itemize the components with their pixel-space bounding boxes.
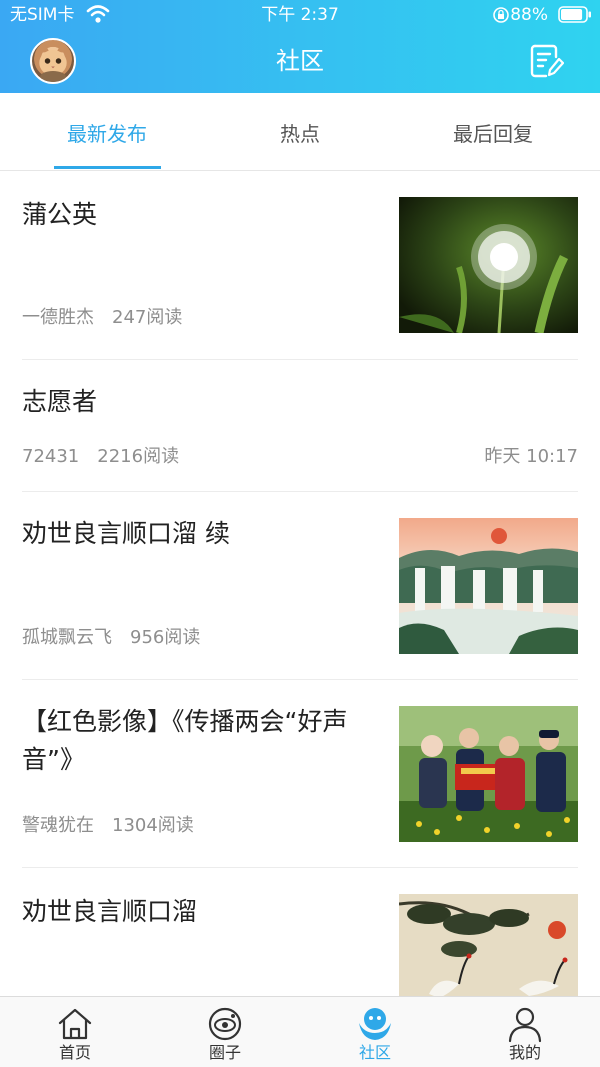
- active-tab-indicator: [54, 166, 161, 169]
- circle-icon: [208, 1007, 242, 1041]
- battery-icon: [558, 6, 591, 23]
- post-read-count: 1304阅读: [112, 815, 194, 836]
- post-author: 72431: [22, 446, 80, 467]
- post-read-count: 956阅读: [130, 627, 201, 648]
- battery-percentage: 88%: [510, 5, 548, 25]
- tabbar-item-home[interactable]: 首页: [0, 997, 150, 1067]
- post-item[interactable]: 志愿者 72431 2216阅读 昨天 10:17: [22, 359, 578, 492]
- post-title: 【红色影像】《传播两会“好声音”》: [22, 707, 348, 774]
- tab-latest[interactable]: 最新发布: [7, 93, 207, 170]
- bottom-tab-bar: 首页 圈子 社区 我的: [0, 996, 600, 1067]
- page-title: 社区: [276, 47, 324, 75]
- post-read-count: 247阅读: [112, 307, 183, 328]
- waterfall-painting-image: [399, 518, 578, 654]
- post-author: 一德胜杰: [22, 307, 94, 328]
- post-meta: 一德胜杰 247阅读: [22, 306, 182, 330]
- home-icon: [58, 1008, 92, 1040]
- post-title: 蒲公英: [22, 200, 98, 229]
- post-author: 孤城飘云飞: [22, 627, 112, 648]
- tabbar-label: 社区: [358, 1043, 391, 1062]
- orientation-lock-icon: [493, 7, 509, 23]
- tabbar-label: 圈子: [208, 1043, 241, 1062]
- feed-tabs: 最新发布 热点 最后回复: [0, 93, 600, 171]
- police-volunteers-image: [399, 706, 578, 842]
- post-timestamp: 昨天 10:17: [484, 446, 578, 467]
- tabbar-label: 我的: [508, 1043, 541, 1062]
- tabbar-item-profile[interactable]: 我的: [450, 997, 600, 1067]
- post-thumbnail-volunteers[interactable]: [399, 706, 578, 842]
- header: 无SIM卡 下午 2:37 88% 社区: [0, 0, 600, 93]
- post-meta: 警魂犹在 1304阅读: [22, 814, 194, 838]
- tabbar-item-circle[interactable]: 圈子: [150, 997, 300, 1067]
- post-read-count: 2216阅读: [97, 446, 180, 467]
- tabbar-item-community[interactable]: 社区: [300, 997, 450, 1067]
- post-item[interactable]: 劝世良言顺口溜 续 孤城飘云飞 956阅读: [22, 491, 578, 680]
- post-item[interactable]: 蒲公英 一德胜杰 247阅读: [22, 171, 578, 360]
- community-icon: [359, 1008, 391, 1040]
- post-meta: 72431 2216阅读: [22, 445, 179, 469]
- post-title: 志愿者: [22, 387, 98, 416]
- tab-last-reply[interactable]: 最后回复: [393, 93, 593, 170]
- tab-hot[interactable]: 热点: [200, 93, 400, 170]
- post-item[interactable]: 【红色影像】《传播两会“好声音”》 警魂犹在 1304阅读: [22, 679, 578, 868]
- compose-icon[interactable]: [528, 43, 564, 79]
- post-meta: 孤城飘云飞 956阅读: [22, 626, 200, 650]
- post-author: 警魂犹在: [22, 815, 94, 836]
- tabbar-label: 首页: [58, 1043, 91, 1062]
- dandelion-image: [399, 197, 578, 333]
- post-thumbnail-waterfall[interactable]: [399, 518, 578, 654]
- post-title: 劝世良言顺口溜 续: [22, 519, 230, 548]
- app-screen: 无SIM卡 下午 2:37 88% 社区 最新发布 热点 最后回复 蒲公英 一德…: [0, 0, 600, 1067]
- profile-icon: [508, 1007, 542, 1043]
- post-thumbnail-dandelion[interactable]: [399, 197, 578, 333]
- post-title: 劝世良言顺口溜: [22, 897, 198, 926]
